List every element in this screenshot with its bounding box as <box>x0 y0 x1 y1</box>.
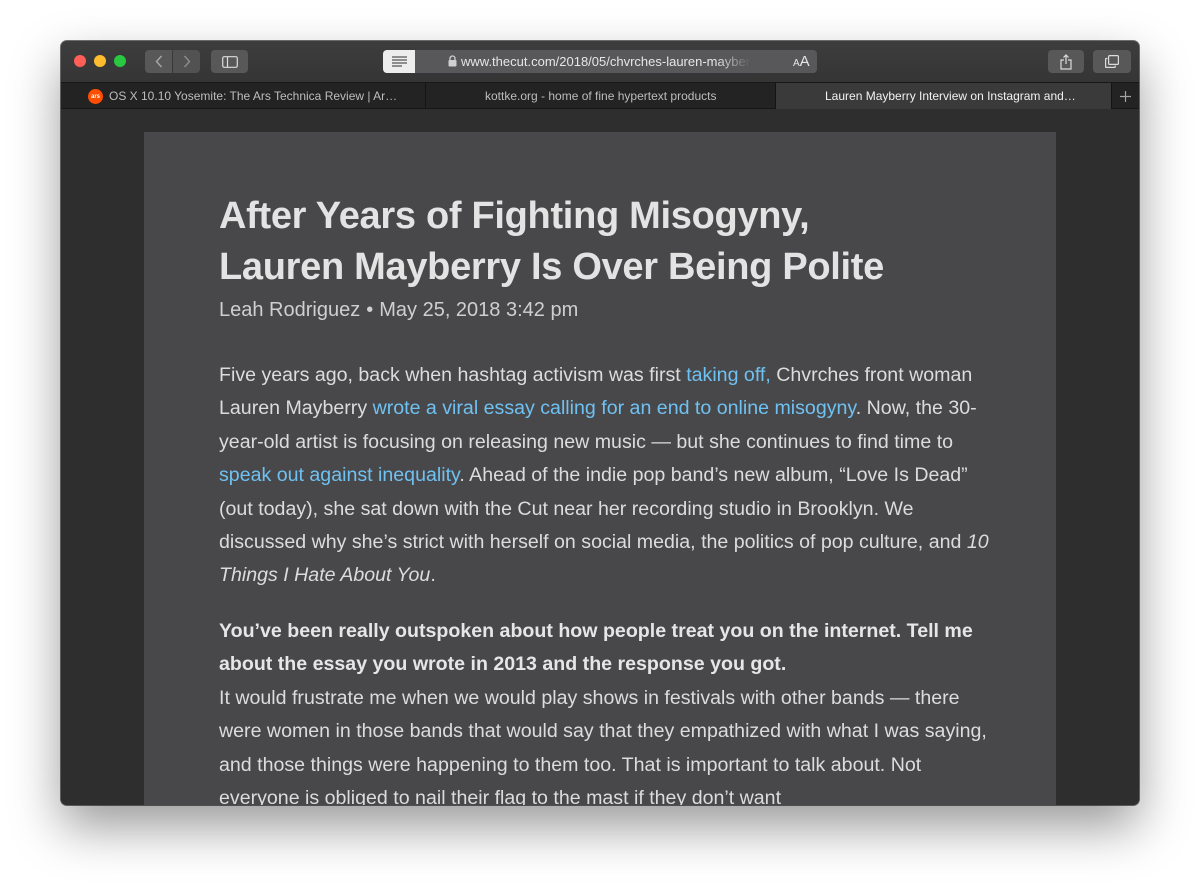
tab-ars-technica[interactable]: ars OS X 10.10 Yosemite: The Ars Technic… <box>61 83 426 109</box>
sidebar-icon <box>221 55 238 68</box>
intro-paragraph: Five years ago, back when hashtag activi… <box>219 359 989 593</box>
chevron-right-icon <box>183 55 190 68</box>
tab-title: OS X 10.10 Yosemite: The Ars Technica Re… <box>109 89 398 103</box>
back-button[interactable] <box>145 50 172 73</box>
text-size-big-glyph: A <box>799 53 810 70</box>
browser-window: www.thecut.com/2018/05/chvrches-lauren-m… <box>61 41 1139 805</box>
minimize-window-button[interactable] <box>94 55 106 67</box>
interview-paragraph: You’ve been really outspoken about how p… <box>219 615 989 805</box>
article-title: After Years of Fighting Misogyny, Lauren … <box>219 191 979 293</box>
byline-separator: • <box>366 299 374 321</box>
interview-question: You’ve been really outspoken about how p… <box>219 620 973 676</box>
close-window-button[interactable] <box>74 55 86 67</box>
share-icon <box>1060 53 1072 70</box>
reader-page: After Years of Fighting Misogyny, Lauren … <box>144 132 1056 805</box>
taking-off-link[interactable]: taking off, <box>686 364 771 386</box>
tab-title: kottke.org - home of fine hypertext prod… <box>485 89 717 103</box>
tab-title: Lauren Mayberry Interview on Instagram a… <box>825 89 1076 103</box>
tab-kottke[interactable]: K kottke.org - home of fine hypertext pr… <box>426 83 776 109</box>
chevron-left-icon <box>155 55 162 68</box>
article-title-line-1: After Years of Fighting Misogyny, <box>219 195 810 237</box>
author: Leah Rodriguez <box>219 299 361 321</box>
show-all-tabs-button[interactable] <box>1093 50 1131 73</box>
lock-icon <box>448 55 457 67</box>
reader-icon <box>391 56 407 67</box>
tabs-overview-icon <box>1105 55 1119 68</box>
text-size-small-glyph: A <box>793 58 800 69</box>
reader-view-button[interactable] <box>383 50 415 73</box>
article-title-line-2: Lauren Mayberry Is Over Being Polite <box>219 246 884 288</box>
plus-icon <box>1120 90 1131 102</box>
viral-essay-link[interactable]: wrote a viral essay calling for an end t… <box>373 397 856 419</box>
speak-out-link[interactable]: speak out against inequality <box>219 464 459 486</box>
forward-button[interactable] <box>173 50 200 73</box>
ars-favicon-icon: ars <box>88 89 103 104</box>
text-size-button[interactable]: AA <box>793 53 810 71</box>
interview-answer: It would frustrate me when we would play… <box>219 686 987 805</box>
zoom-window-button[interactable] <box>114 55 126 67</box>
toolbar: www.thecut.com/2018/05/chvrches-lauren-m… <box>61 41 1139 82</box>
byline: Leah Rodriguez • May 25, 2018 3:42 pm <box>219 299 578 322</box>
new-tab-button[interactable] <box>1112 83 1139 109</box>
url-text: www.thecut.com/2018/05/chvrches-lauren-m… <box>461 54 751 69</box>
show-sidebar-button[interactable] <box>211 50 248 73</box>
tab-lauren-mayberry-active[interactable]: Lauren Mayberry Interview on Instagram a… <box>776 83 1112 109</box>
publish-date: May 25, 2018 3:42 pm <box>379 299 579 321</box>
tab-bar: ars OS X 10.10 Yosemite: The Ars Technic… <box>61 82 1139 109</box>
intro-text: Five years ago, back when hashtag activi… <box>219 364 687 386</box>
share-button[interactable] <box>1048 50 1084 73</box>
intro-text: . <box>430 564 436 587</box>
address-bar[interactable]: www.thecut.com/2018/05/chvrches-lauren-m… <box>383 50 817 73</box>
